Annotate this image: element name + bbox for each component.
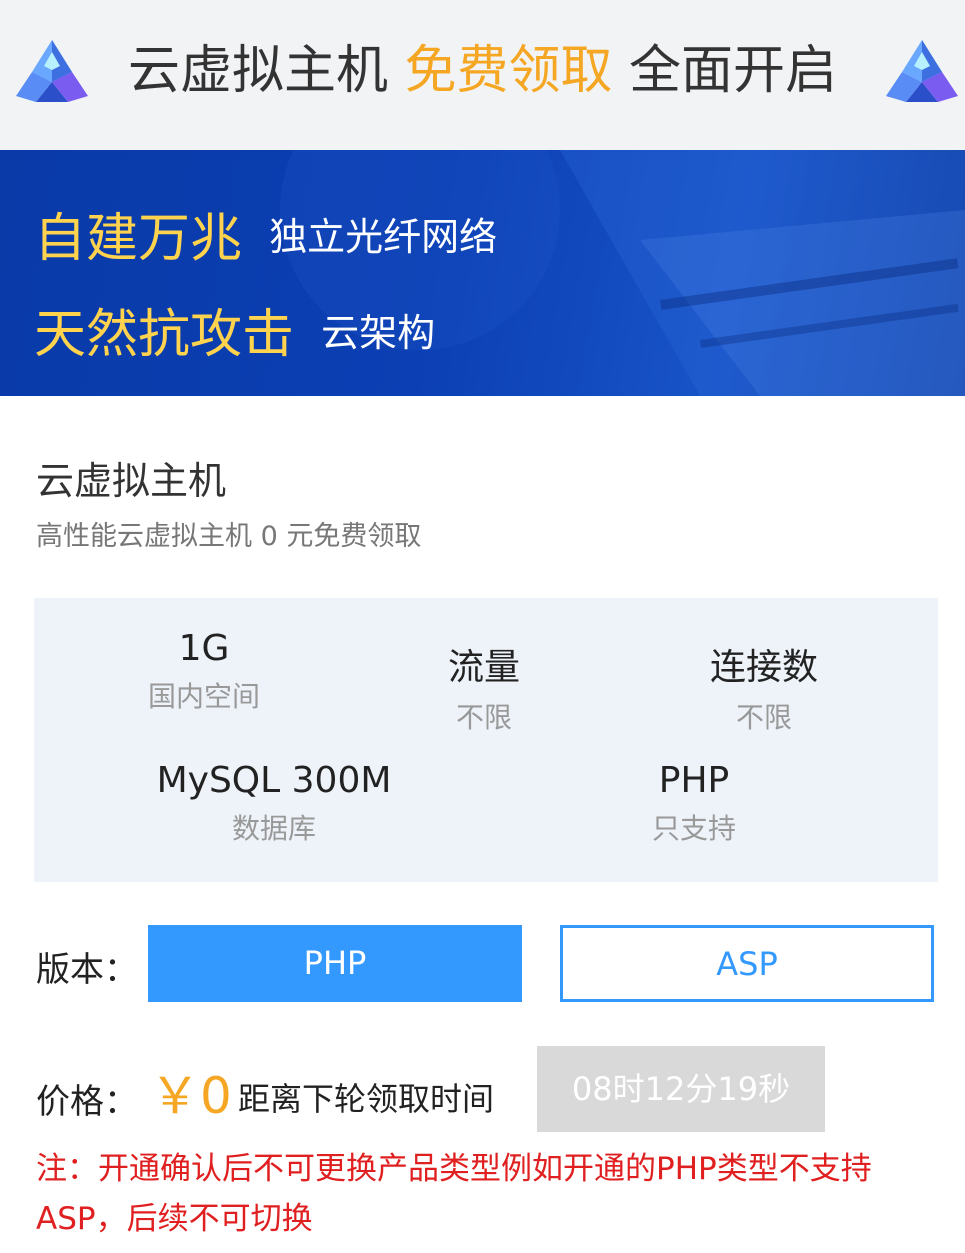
promo-banner: 自建万兆 独立光纤网络 天然抗攻击 云架构 bbox=[0, 150, 965, 396]
banner-line-2: 天然抗攻击 云架构 bbox=[34, 292, 435, 367]
spec-item-language: PHP 只支持 bbox=[594, 760, 794, 847]
header-title-part1: 云虚拟主机 bbox=[127, 41, 388, 101]
spec-item-storage: 1G 国内空间 bbox=[124, 628, 284, 715]
header-title-part2: 全面开启 bbox=[629, 41, 838, 101]
notice-text: 注：开通确认后不可更换产品类型例如开通的PHP类型不支持ASP，后续不可切换 bbox=[36, 1151, 872, 1237]
spec-value: 连接数 bbox=[709, 647, 818, 688]
price-value: ￥0 bbox=[150, 1067, 232, 1125]
banner-text-2: 云架构 bbox=[321, 311, 436, 355]
spec-panel: 1G 国内空间 流量 不限 连接数 不限 MySQL 300M 数据库 PHP … bbox=[34, 598, 938, 882]
countdown-label: 距离下轮领取时间 bbox=[238, 1080, 495, 1118]
header-title: 云虚拟主机 免费领取 全面开启 bbox=[0, 40, 965, 102]
banner-highlight-1: 自建万兆 bbox=[34, 209, 243, 269]
version-php-button[interactable]: PHP bbox=[148, 925, 522, 1002]
spec-value: 流量 bbox=[447, 647, 520, 688]
pyramid-logo-icon bbox=[886, 40, 958, 102]
spec-item-traffic: 流量 不限 bbox=[404, 638, 564, 736]
spec-item-database: MySQL 300M 数据库 bbox=[134, 760, 414, 847]
header: 云虚拟主机 免费领取 全面开启 bbox=[0, 0, 965, 150]
version-label: 版本： bbox=[36, 950, 138, 990]
countdown-timer: 08时12分19秒 bbox=[537, 1046, 825, 1132]
spec-value: 1G bbox=[178, 628, 230, 669]
spec-value: PHP bbox=[658, 760, 730, 801]
header-title-accent: 免费领取 bbox=[404, 41, 613, 101]
banner-highlight-2: 天然抗攻击 bbox=[34, 305, 295, 365]
banner-text-1: 独立光纤网络 bbox=[269, 215, 498, 259]
price-label: 价格： bbox=[36, 1082, 138, 1122]
spec-label: 国内空间 bbox=[147, 680, 260, 713]
version-asp-button[interactable]: ASP bbox=[560, 925, 934, 1002]
banner-line-1: 自建万兆 独立光纤网络 bbox=[34, 196, 497, 271]
spec-value: MySQL 300M bbox=[156, 760, 392, 801]
spec-item-connections: 连接数 不限 bbox=[684, 638, 844, 736]
spec-label: 不限 bbox=[735, 701, 792, 734]
product-title: 云虚拟主机 bbox=[36, 459, 227, 503]
spec-label: 数据库 bbox=[231, 812, 316, 845]
spec-label: 只支持 bbox=[651, 812, 736, 845]
product-subtitle: 高性能云虚拟主机 0 元免费领取 bbox=[36, 521, 422, 552]
spec-label: 不限 bbox=[455, 701, 512, 734]
